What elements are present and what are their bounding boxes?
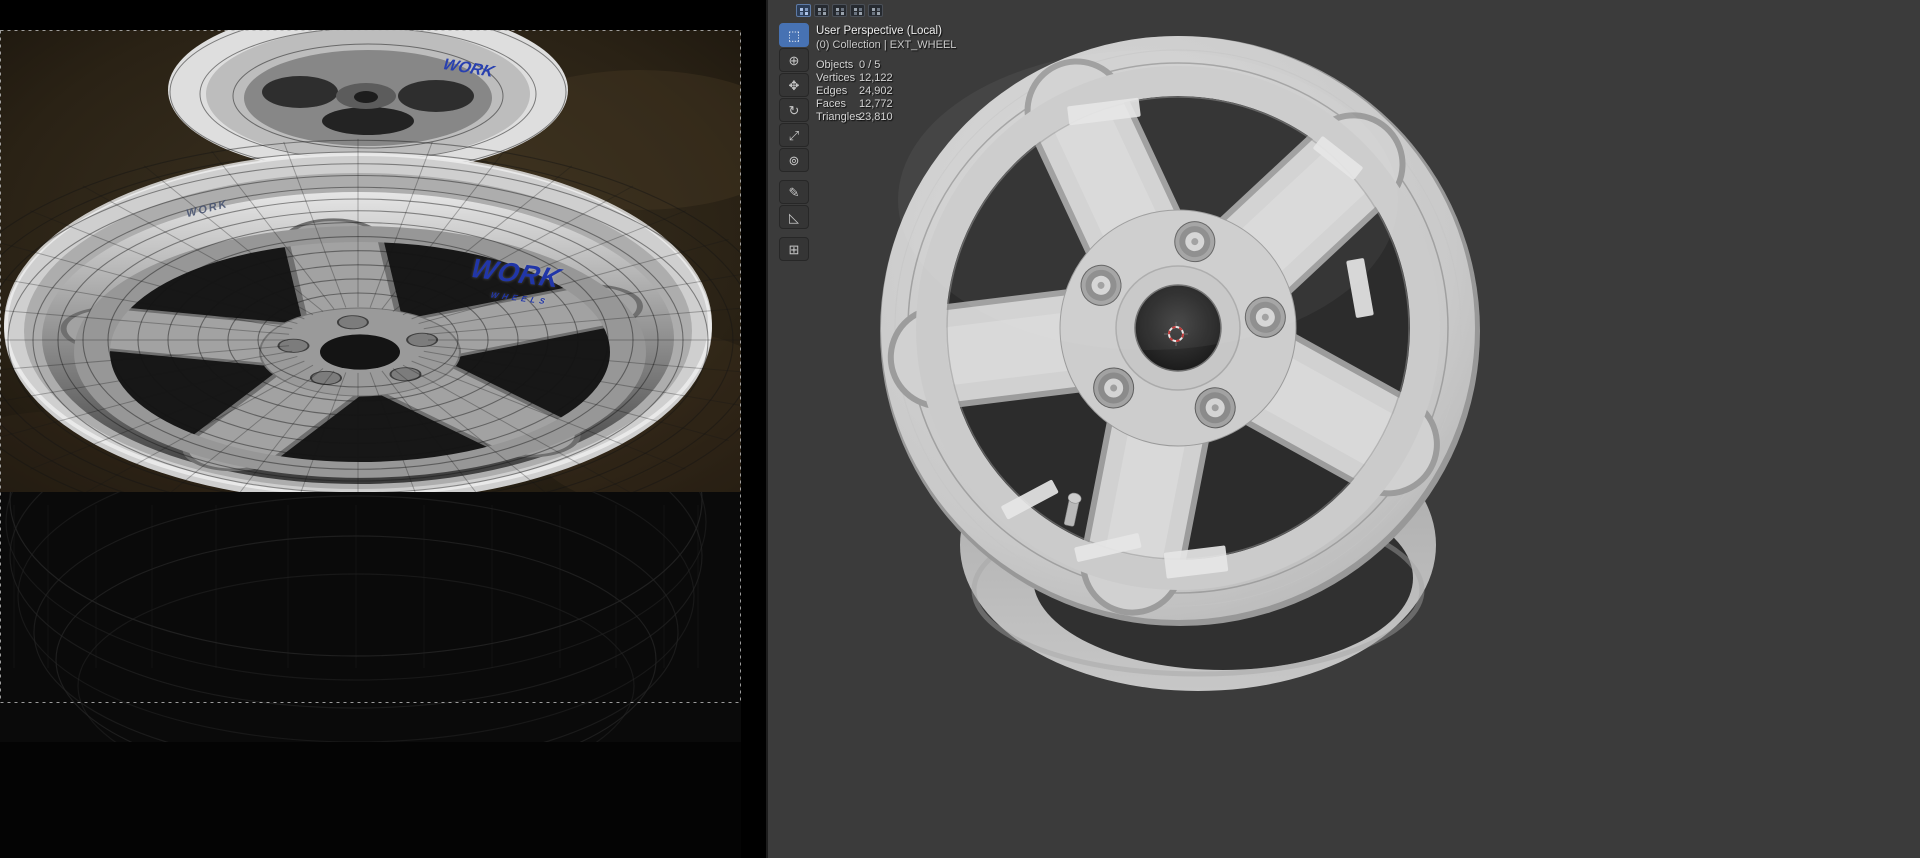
tool-select-box-button[interactable]: ⬚ — [779, 23, 809, 47]
work-logo-main: WORK WHEELS — [461, 253, 565, 316]
collection-label: (0) Collection | EXT_WHEEL — [816, 39, 957, 51]
tool-cursor-button[interactable]: ⊕ — [779, 48, 809, 72]
render-canvas[interactable] — [768, 0, 1920, 858]
tool-scale-button[interactable]: ⤢ — [779, 123, 809, 147]
transform-icon: ⊚ — [788, 152, 800, 168]
app-window: WORK WORK WORK WHEELS ⬚ ⊕ ✥ ↻ ⤢ ⊚ ✎ ◺ ⊞ … — [0, 0, 1920, 858]
tool-add-cube-button[interactable]: ⊞ — [779, 237, 809, 261]
header-widget-icon[interactable] — [814, 4, 829, 17]
viewport-header-widgets — [796, 4, 883, 17]
cursor-tool-icon: ⊕ — [788, 52, 800, 68]
tool-rotate-button[interactable]: ↻ — [779, 98, 809, 122]
scale-icon: ⤢ — [788, 127, 800, 143]
annotate-icon: ✎ — [788, 184, 800, 200]
measure-icon: ◺ — [789, 209, 799, 225]
statistics-overlay: Objects 0 / 5 Vertices 12,122 Edges 24,9… — [816, 59, 893, 124]
view-mode-label: User Perspective (Local) — [816, 25, 942, 37]
stat-row-faces: Faces 12,772 — [816, 98, 893, 110]
stat-row-edges: Edges 24,902 — [816, 85, 893, 97]
reference-canvas[interactable] — [0, 0, 766, 858]
stat-row-triangles: Triangles 23,810 — [816, 111, 893, 123]
tool-annotate-button[interactable]: ✎ — [779, 180, 809, 204]
tool-shelf: ⬚ ⊕ ✥ ↻ ⤢ ⊚ ✎ ◺ ⊞ — [779, 23, 809, 262]
tool-transform-button[interactable]: ⊚ — [779, 148, 809, 172]
tool-measure-button[interactable]: ◺ — [779, 205, 809, 229]
select-box-icon: ⬚ — [787, 27, 801, 43]
reference-top-wheel — [168, 30, 568, 174]
right-viewport[interactable]: ⬚ ⊕ ✥ ↻ ⤢ ⊚ ✎ ◺ ⊞ User Perspective (Loca… — [766, 0, 1920, 858]
header-widget-icon[interactable] — [868, 4, 883, 17]
move-icon: ✥ — [788, 77, 800, 93]
left-viewport[interactable]: WORK WORK WORK WHEELS — [0, 0, 766, 858]
stat-row-vertices: Vertices 12,122 — [816, 72, 893, 84]
stat-row-objects: Objects 0 / 5 — [816, 59, 881, 71]
add-cube-icon: ⊞ — [788, 241, 800, 257]
header-widget-icon[interactable] — [832, 4, 847, 17]
header-widget-icon[interactable] — [796, 4, 811, 17]
tool-move-button[interactable]: ✥ — [779, 73, 809, 97]
viewport-info-overlay: User Perspective (Local) (0) Collection … — [816, 24, 956, 52]
rotate-icon: ↻ — [788, 102, 800, 118]
header-widget-icon[interactable] — [850, 4, 865, 17]
